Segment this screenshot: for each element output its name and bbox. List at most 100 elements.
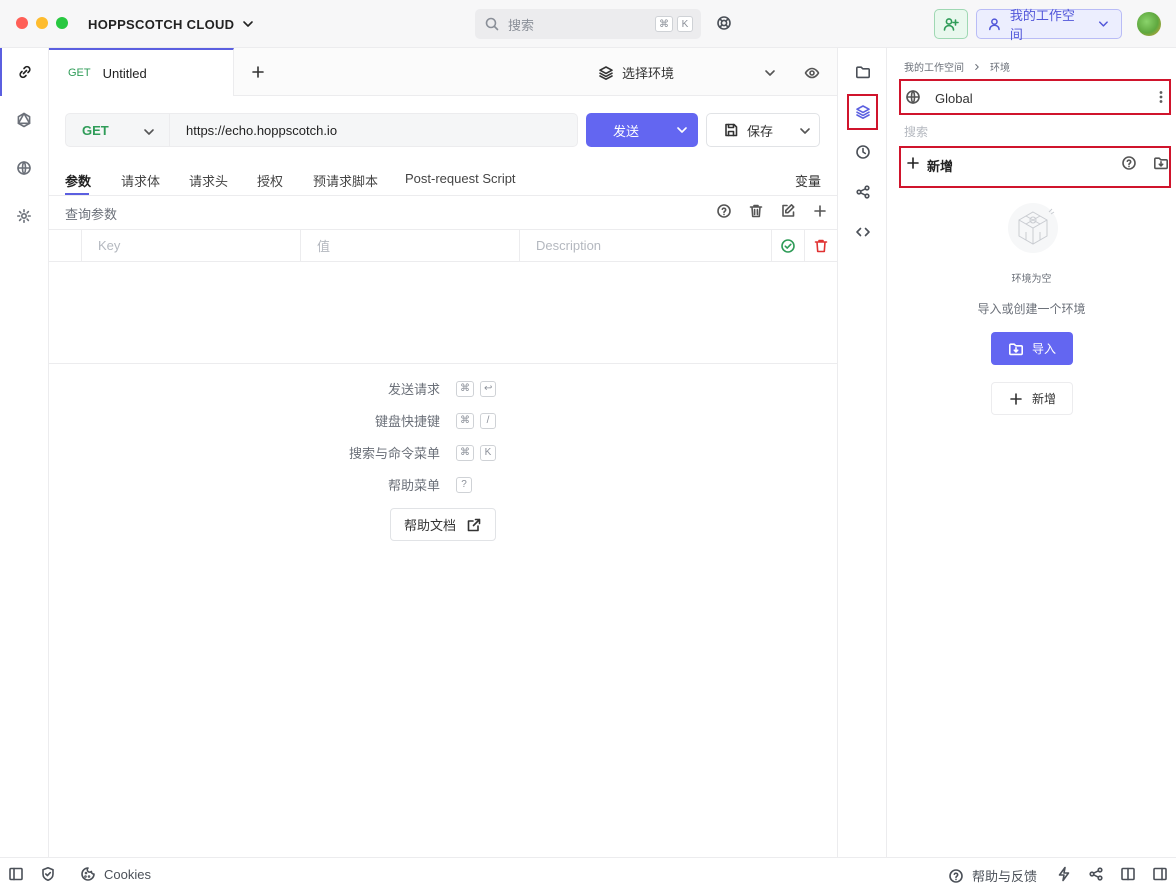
link-icon bbox=[19, 65, 31, 79]
chevron-down-icon[interactable] bbox=[797, 123, 813, 139]
support-button[interactable] bbox=[716, 15, 732, 31]
breadcrumb-workspace[interactable]: 我的工作空间 bbox=[904, 59, 964, 74]
param-key-input[interactable]: Key bbox=[81, 230, 301, 261]
folder-icon bbox=[856, 66, 870, 79]
workspace-button[interactable]: 我的工作空间 bbox=[976, 8, 1122, 42]
layers-icon bbox=[599, 65, 613, 80]
divider bbox=[49, 363, 837, 364]
toggle-sidebar-button[interactable] bbox=[8, 866, 24, 882]
cookies-button[interactable]: Cookies bbox=[80, 866, 151, 882]
tab-authorization[interactable]: 授权 bbox=[257, 171, 283, 190]
sidebar-item-graphql[interactable] bbox=[0, 96, 48, 144]
help-button[interactable] bbox=[716, 203, 732, 219]
app-title: HOPPSCOTCH CLOUD bbox=[88, 16, 235, 32]
chevron-down-icon bbox=[1099, 21, 1109, 27]
search-input[interactable]: 搜索 ⌘ K bbox=[475, 9, 701, 39]
close-window-button[interactable] bbox=[16, 17, 28, 29]
folder-import-icon bbox=[1008, 342, 1023, 355]
tab-params[interactable]: 参数 bbox=[65, 171, 91, 190]
environment-select[interactable]: 选择环境 bbox=[598, 63, 674, 82]
right-sidebar-rail bbox=[837, 48, 887, 857]
share-button[interactable] bbox=[851, 180, 875, 204]
global-environment-row[interactable]: Global bbox=[899, 79, 1171, 115]
empty-state-illustration bbox=[1008, 203, 1058, 253]
shortcuts-button[interactable] bbox=[1056, 866, 1072, 882]
tab-pre-request-script[interactable]: 预请求脚本 bbox=[313, 171, 378, 190]
new-environment-row: 新增 bbox=[899, 146, 1171, 188]
request-tab[interactable]: GET Untitled bbox=[49, 48, 234, 96]
toggle-right-panel-button[interactable] bbox=[1152, 866, 1168, 882]
check-circle-icon bbox=[781, 238, 795, 253]
sidebar-icon bbox=[9, 867, 23, 881]
lightning-icon bbox=[1058, 866, 1070, 882]
query-params-label: 查询参数 bbox=[65, 207, 118, 222]
user-icon bbox=[989, 18, 1000, 31]
lifebuoy-icon bbox=[717, 16, 731, 30]
sidebar-item-realtime[interactable] bbox=[0, 144, 48, 192]
sidebar-item-rest[interactable] bbox=[0, 48, 48, 96]
url-input[interactable]: https://echo.hoppscotch.io bbox=[170, 113, 578, 147]
bulk-edit-button[interactable] bbox=[780, 203, 796, 219]
new-tab-button[interactable] bbox=[250, 64, 266, 80]
kbd-key: ⌘ bbox=[456, 412, 474, 429]
shortcut-label: 帮助菜单 bbox=[387, 478, 440, 493]
param-description-input[interactable]: Description bbox=[519, 230, 771, 261]
globe-icon bbox=[17, 161, 31, 175]
tab-headers[interactable]: 请求头 bbox=[189, 171, 228, 190]
search-icon bbox=[485, 17, 499, 31]
layout-columns-button[interactable] bbox=[1120, 866, 1136, 882]
help-feedback-button[interactable]: 帮助与反馈 bbox=[948, 866, 1037, 885]
clock-icon bbox=[856, 145, 870, 159]
avatar[interactable] bbox=[1137, 12, 1161, 36]
save-button[interactable]: 保存 bbox=[706, 113, 820, 147]
tab-post-request-script[interactable]: Post-request Script bbox=[405, 171, 516, 186]
interceptor-button[interactable] bbox=[40, 866, 56, 882]
tabs-bar: 选择环境 bbox=[234, 48, 837, 96]
plus-icon[interactable] bbox=[905, 155, 921, 171]
add-param-button[interactable] bbox=[812, 203, 828, 219]
tab-body[interactable]: 请求体 bbox=[121, 171, 160, 190]
share-icon bbox=[1089, 867, 1103, 881]
param-value-input[interactable]: 值 bbox=[300, 230, 519, 261]
param-enable-toggle[interactable] bbox=[771, 230, 804, 261]
description-placeholder: Description bbox=[536, 238, 602, 253]
add-label: 新增 bbox=[1031, 392, 1056, 406]
workspace-switcher[interactable]: HOPPSCOTCH CLOUD bbox=[88, 16, 256, 32]
maximize-window-button[interactable] bbox=[56, 17, 68, 29]
history-button[interactable] bbox=[851, 140, 875, 164]
environment-dropdown-button[interactable] bbox=[762, 65, 778, 81]
method-select[interactable]: GET bbox=[65, 113, 170, 147]
table-row: Key 值 Description bbox=[49, 229, 837, 262]
param-delete-button[interactable] bbox=[804, 230, 837, 261]
highlight-box bbox=[847, 94, 878, 130]
collections-button[interactable] bbox=[851, 60, 875, 84]
folder-import-icon[interactable] bbox=[1153, 155, 1169, 171]
value-placeholder: 值 bbox=[317, 239, 331, 254]
add-environment-button[interactable]: 新增 bbox=[991, 382, 1073, 415]
send-button[interactable]: 发送 bbox=[586, 113, 698, 147]
chevron-down-icon[interactable] bbox=[674, 122, 690, 138]
minimize-window-button[interactable] bbox=[36, 17, 48, 29]
documentation-button[interactable]: 帮助文档 bbox=[390, 508, 496, 541]
help-circle-icon[interactable] bbox=[1121, 155, 1137, 171]
user-plus-icon bbox=[943, 18, 959, 31]
import-environment-button[interactable]: 导入 bbox=[991, 332, 1073, 365]
code-button[interactable] bbox=[851, 220, 875, 244]
shortcut-send: 发送请求 ⌘ ↩ bbox=[300, 379, 500, 398]
invite-user-button[interactable] bbox=[934, 9, 968, 39]
kbd-key: ⌘ bbox=[456, 380, 474, 397]
shortcut-label: 键盘快捷键 bbox=[374, 414, 440, 429]
chevron-down-icon bbox=[144, 129, 154, 135]
more-vertical-icon[interactable] bbox=[1153, 89, 1169, 105]
environment-search-input[interactable]: 搜索 bbox=[904, 123, 928, 140]
share-app-button[interactable] bbox=[1088, 866, 1104, 882]
new-environment-button[interactable]: 新增 bbox=[927, 156, 953, 175]
kbd-key: ⌘ bbox=[456, 444, 474, 461]
environment-preview-button[interactable] bbox=[804, 65, 820, 81]
clear-all-button[interactable] bbox=[748, 203, 764, 219]
search-shortcut: ⌘ K bbox=[655, 16, 693, 32]
kbd-key: K bbox=[480, 444, 496, 461]
sidebar-item-settings[interactable] bbox=[0, 192, 48, 240]
help-circle-icon bbox=[949, 868, 963, 883]
tab-variables[interactable]: 变量 bbox=[795, 171, 821, 190]
